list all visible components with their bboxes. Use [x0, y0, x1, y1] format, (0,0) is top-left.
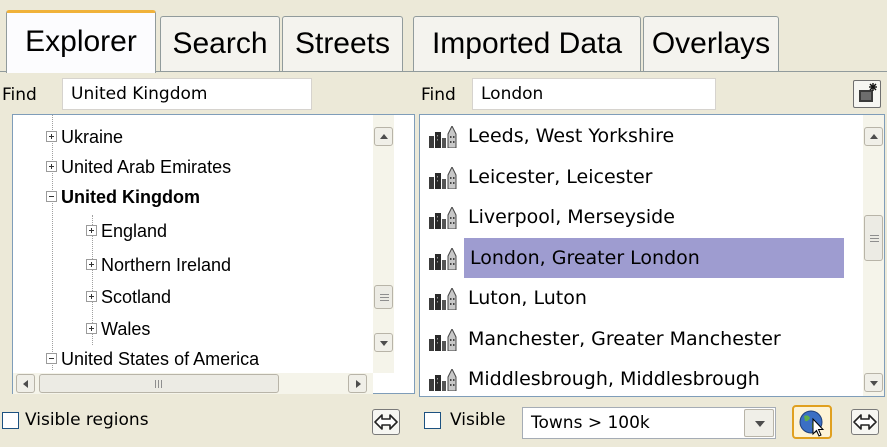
- tab-streets[interactable]: Streets: [282, 16, 403, 72]
- tab-imported-data[interactable]: Imported Data: [413, 16, 641, 72]
- grip-line: [870, 238, 879, 239]
- new-item-button[interactable]: [853, 80, 881, 108]
- city-row[interactable]: Middlesbrough, Middlesbrough: [424, 359, 844, 396]
- tree-item-label: England: [101, 221, 168, 241]
- visible-cities-label: Visible: [450, 410, 506, 430]
- city-label: Luton, Luton: [468, 287, 587, 309]
- tree-item[interactable]: United Arab Emirates: [46, 152, 231, 182]
- tree-item[interactable]: Northern Ireland: [86, 250, 231, 280]
- tree-item[interactable]: Ukraine: [46, 122, 123, 152]
- city-find-label: Find: [421, 85, 456, 105]
- arrow-up-icon: [870, 134, 878, 139]
- visible-regions-checkbox[interactable]: [2, 412, 19, 429]
- grip-line: [380, 300, 389, 301]
- tree-item-label: Wales: [101, 319, 151, 339]
- plus-box-icon[interactable]: [46, 160, 57, 172]
- grip-line: [161, 380, 162, 388]
- city-label: Leicester, Leicester: [468, 165, 653, 188]
- arrow-up-icon: [380, 134, 388, 139]
- tree-item-label: United Kingdom: [61, 187, 200, 207]
- scroll-down-button[interactable]: [374, 333, 393, 352]
- city-buildings-icon: [428, 246, 460, 270]
- vertical-scrollbar[interactable]: [373, 115, 394, 373]
- tab-overlays[interactable]: Overlays: [643, 16, 779, 72]
- scroll-up-button[interactable]: [864, 127, 883, 146]
- arrow-right-icon: [356, 380, 361, 388]
- scroll-thumb[interactable]: [374, 285, 393, 309]
- tree-item-label: Northern Ireland: [101, 255, 232, 275]
- scroll-down-button[interactable]: [864, 373, 883, 392]
- city-row[interactable]: Leeds, West Yorkshire: [424, 116, 844, 156]
- transfer-arrows-icon: [853, 414, 877, 430]
- plus-box-icon[interactable]: [86, 322, 97, 334]
- chevron-down-icon: [755, 421, 765, 427]
- city-label: Liverpool, Merseyside: [468, 206, 675, 228]
- scroll-thumb[interactable]: [39, 374, 279, 393]
- visible-regions-label: Visible regions: [25, 410, 149, 430]
- tree-item-label: United States of America: [61, 349, 260, 366]
- region-find-input[interactable]: United Kingdom: [62, 78, 312, 110]
- plus-box-icon[interactable]: [86, 224, 97, 236]
- scroll-right-button[interactable]: [348, 374, 367, 393]
- region-tree[interactable]: Ukraine United Arab Emirates United King…: [12, 114, 415, 394]
- tree-item[interactable]: England: [86, 216, 167, 246]
- city-row[interactable]: Liverpool, Merseyside: [424, 197, 844, 237]
- tree-item[interactable]: Wales: [86, 314, 150, 344]
- tree-item-label: United Arab Emirates: [61, 157, 232, 177]
- tab-search[interactable]: Search: [160, 16, 280, 72]
- city-row-selected[interactable]: London, Greater London: [464, 237, 844, 278]
- plus-box-icon[interactable]: [86, 258, 97, 270]
- scroll-thumb[interactable]: [864, 215, 883, 261]
- grip-line: [155, 380, 156, 388]
- locate-globe-button[interactable]: [792, 405, 832, 439]
- new-item-icon: [859, 83, 877, 102]
- tab-explorer[interactable]: Explorer: [6, 10, 156, 73]
- dropdown-button[interactable]: [744, 409, 774, 437]
- horizontal-scrollbar[interactable]: [13, 373, 373, 394]
- town-filter-value: Towns > 100k: [531, 413, 650, 433]
- city-label: London, Greater London: [470, 246, 700, 269]
- plus-box-icon[interactable]: [46, 130, 57, 142]
- minus-box-icon[interactable]: [46, 190, 57, 202]
- arrow-left-icon: [23, 380, 28, 388]
- city-label: Leeds, West Yorkshire: [468, 125, 675, 147]
- regions-transfer-button[interactable]: [372, 409, 400, 435]
- grip-line: [870, 241, 879, 242]
- city-label: Middlesbrough, Middlesbrough: [468, 368, 760, 390]
- grip-line: [380, 294, 389, 295]
- grip-line: [158, 380, 159, 388]
- grip-line: [870, 235, 879, 236]
- city-label: Manchester, Greater Manchester: [468, 327, 781, 350]
- city-list[interactable]: Leeds, West Yorkshire Leicester, Leiceste…: [419, 114, 885, 397]
- globe-cursor-icon: [799, 410, 825, 437]
- visible-cities-checkbox[interactable]: [424, 412, 441, 429]
- city-row[interactable]: Leicester, Leicester: [424, 157, 844, 197]
- arrow-down-icon: [870, 381, 878, 386]
- tree-item-label: Scotland: [101, 287, 172, 307]
- scroll-up-button[interactable]: [374, 127, 393, 146]
- tree-item-label: Ukraine: [61, 127, 124, 147]
- tree-item[interactable]: Scotland: [86, 282, 171, 312]
- city-find-input[interactable]: London: [472, 78, 716, 110]
- vertical-scrollbar[interactable]: [863, 115, 884, 396]
- tree-item[interactable]: United States of America: [46, 344, 259, 366]
- tree-item-selected[interactable]: United Kingdom: [46, 182, 200, 212]
- minus-box-icon[interactable]: [46, 352, 57, 364]
- city-row[interactable]: Manchester, Greater Manchester: [424, 319, 844, 359]
- grip-line: [380, 297, 389, 298]
- region-find-label: Find: [2, 85, 37, 105]
- city-row[interactable]: Luton, Luton: [424, 278, 844, 318]
- arrow-down-icon: [380, 341, 388, 346]
- town-filter-select[interactable]: Towns > 100k: [522, 407, 776, 439]
- transfer-arrows-icon: [374, 414, 398, 430]
- scroll-left-button[interactable]: [16, 374, 35, 393]
- plus-box-icon[interactable]: [86, 290, 97, 302]
- cities-transfer-button[interactable]: [851, 409, 879, 435]
